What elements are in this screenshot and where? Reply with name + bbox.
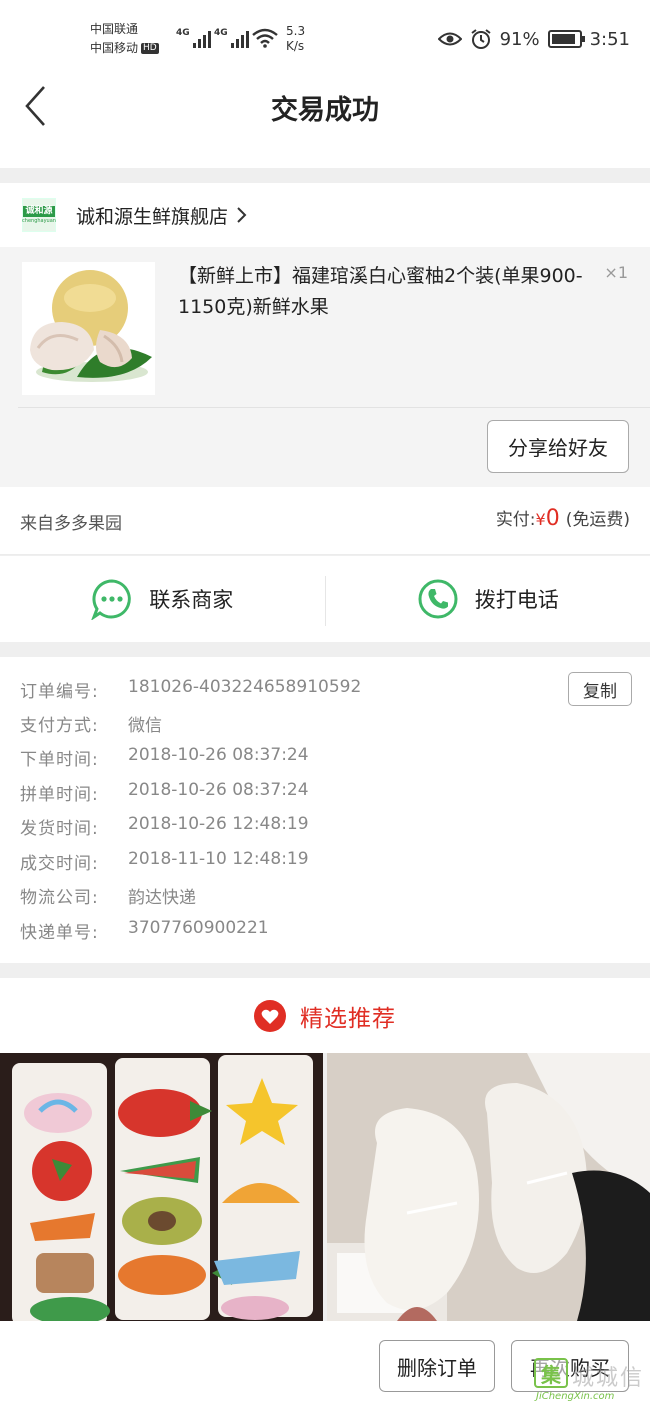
battery-icon xyxy=(547,30,585,48)
paid-amount: 实付: ¥ 0 (免运费) xyxy=(496,505,630,531)
chat-icon xyxy=(91,579,132,620)
info-row-order-number: 订单编号: 181026-403224658910592 xyxy=(20,677,362,702)
delete-order-button[interactable]: 删除订单 xyxy=(379,1340,495,1392)
carrier-2: 中国移动 HD xyxy=(90,41,159,55)
contact-merchant-button[interactable]: 联系商家 xyxy=(0,556,325,642)
status-bar: 中国联通 中国移动 HD 4G 4G 5.3 K/s 91% 3:51 xyxy=(0,0,650,70)
nav-bar: 交易成功 xyxy=(0,70,650,168)
paid-label: 实付: xyxy=(495,510,536,530)
info-row-group-time: 拼单时间: 2018-10-26 08:37:24 xyxy=(20,780,309,805)
info-row-order-time: 下单时间: 2018-10-26 08:37:24 xyxy=(20,745,309,770)
hd-badge: HD xyxy=(141,43,159,54)
info-row-ship-time: 发货时间: 2018-10-26 12:48:19 xyxy=(20,814,309,839)
recommend-item-hairclips[interactable] xyxy=(0,1053,323,1321)
info-row-courier: 物流公司: 韵达快递 xyxy=(20,888,196,908)
signal-icon-1: 4G xyxy=(176,28,211,48)
info-row-payment-method: 支付方式: 微信 xyxy=(20,716,162,736)
carrier-1: 中国联通 xyxy=(90,22,139,36)
shop-logo: 诚和源 chenghayuan xyxy=(22,198,56,232)
call-phone-button[interactable]: 拨打电话 xyxy=(326,556,650,642)
signal-icon-2: 4G xyxy=(214,28,249,48)
recommend-title: 精选推荐 xyxy=(300,1005,396,1032)
recommend-header: 精选推荐 xyxy=(0,978,650,1053)
paid-value: 0 xyxy=(545,506,560,531)
divider xyxy=(18,407,650,408)
payment-summary: 来自多多果园 实付: ¥ 0 (免运费) xyxy=(0,487,650,555)
shop-name: 诚和源生鲜旗舰店 xyxy=(76,205,229,228)
chevron-right-icon xyxy=(237,207,247,223)
product-title: 【新鲜上市】福建琯溪白心蜜柚2个装(单果900-1150克)新鲜水果 xyxy=(178,265,583,318)
share-button[interactable]: 分享给好友 xyxy=(487,420,629,473)
recommend-item-slippers[interactable] xyxy=(327,1053,650,1321)
product-quantity: ×1 xyxy=(604,263,628,282)
page-title: 交易成功 xyxy=(271,95,379,126)
battery-percent: 91% xyxy=(499,28,540,50)
phone-icon xyxy=(418,579,458,619)
heart-icon xyxy=(254,999,286,1032)
product-image[interactable] xyxy=(22,262,155,395)
watermark-logo: 集 城城信 JiChengXin.com xyxy=(534,1358,648,1404)
info-row-tracking-number: 快递单号: 3707760900221 xyxy=(20,918,269,943)
wifi-icon xyxy=(252,28,278,48)
order-source: 来自多多果园 xyxy=(20,514,122,534)
net-speed: 5.3 K/s xyxy=(286,24,306,53)
order-info: 订单编号: 181026-403224658910592 复制 支付方式: 微信 下… xyxy=(0,657,650,963)
copy-button[interactable]: 复制 xyxy=(568,672,632,706)
alarm-icon xyxy=(470,29,491,49)
product-card[interactable]: 【新鲜上市】福建琯溪白心蜜柚2个装(单果900-1150克)新鲜水果 ×1 分享… xyxy=(0,247,650,487)
shop-link[interactable]: 诚和源 chenghayuan 诚和源生鲜旗舰店 xyxy=(0,183,650,247)
contact-bar: 联系商家 拨打电话 xyxy=(0,556,650,642)
info-row-deal-time: 成交时间: 2018-11-10 12:48:19 xyxy=(20,849,309,874)
shipping-note: (免运费) xyxy=(565,510,630,530)
currency-symbol: ¥ xyxy=(535,510,546,529)
clock: 3:51 xyxy=(589,28,630,50)
eye-icon xyxy=(437,32,462,46)
